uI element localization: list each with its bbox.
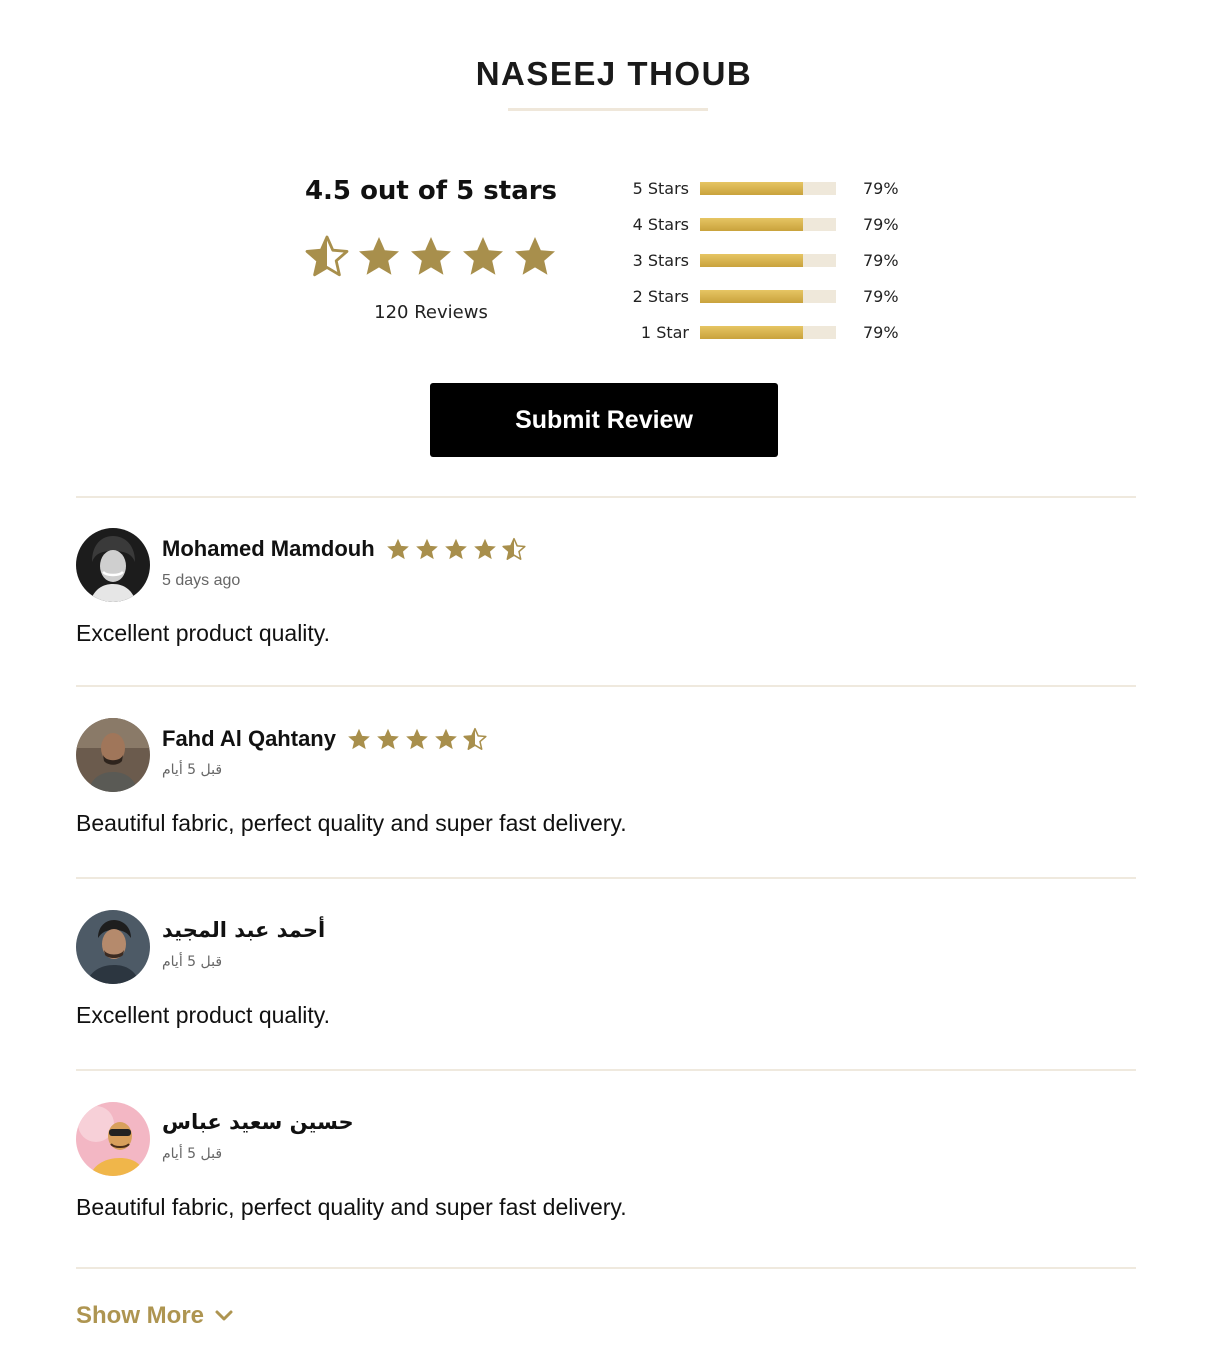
rating-distribution: 5 Stars 79% 4 Stars 79% 3 Stars 79% 2 St… xyxy=(600,170,930,350)
rating-summary: 4.5 out of 5 stars 120 Reviews xyxy=(300,176,562,323)
star-icon xyxy=(473,538,496,560)
review-rating-stars xyxy=(385,536,527,562)
divider xyxy=(76,1267,1136,1269)
distribution-row: 4 Stars 79% xyxy=(600,206,930,242)
chevron-down-icon xyxy=(215,1310,233,1321)
show-more-label: Show More xyxy=(76,1302,205,1329)
distribution-percent: 79% xyxy=(863,286,899,306)
star-icon xyxy=(411,237,451,275)
avatar-image xyxy=(76,1102,150,1176)
star-icon xyxy=(515,237,555,275)
distribution-label: 2 Stars xyxy=(632,286,689,306)
submit-review-button[interactable]: Submit Review xyxy=(430,383,778,457)
reviewer-name: Fahd Al Qahtany xyxy=(162,726,336,751)
distribution-bar-fill xyxy=(700,325,804,339)
star-icon xyxy=(348,728,370,750)
distribution-bar-fill xyxy=(700,181,804,195)
distribution-label: 1 Star xyxy=(640,322,689,342)
distribution-bar xyxy=(700,325,836,339)
distribution-row: 5 Stars 79% xyxy=(600,170,930,206)
star-outline-icon xyxy=(305,235,349,277)
divider xyxy=(76,1069,1136,1071)
star-icon xyxy=(444,538,467,560)
distribution-bar xyxy=(700,253,836,267)
page-title: NASEEJ THOUB xyxy=(475,55,753,92)
distribution-percent: 79% xyxy=(863,250,899,270)
distribution-bar-fill xyxy=(700,217,804,231)
distribution-percent: 79% xyxy=(863,178,899,198)
distribution-bar-fill xyxy=(700,253,804,267)
distribution-bar xyxy=(700,217,836,231)
review-date: قبل 5 أيام xyxy=(162,1146,223,1162)
star-icon xyxy=(415,538,438,560)
distribution-bar xyxy=(700,181,836,195)
star-icon xyxy=(386,538,409,560)
star-half-icon xyxy=(463,727,487,750)
divider xyxy=(76,496,1136,498)
review-rating-stars xyxy=(346,726,488,752)
distribution-label: 4 Stars xyxy=(632,214,689,234)
distribution-bar xyxy=(700,289,836,303)
review-date: قبل 5 أيام xyxy=(162,762,223,778)
star-half-icon xyxy=(502,537,526,560)
average-rating-stars xyxy=(300,232,562,280)
avatar-image xyxy=(76,528,150,602)
star-icon xyxy=(463,237,503,275)
distribution-label: 3 Stars xyxy=(632,250,689,270)
star-icon xyxy=(406,728,428,750)
distribution-label: 5 Stars xyxy=(632,178,689,198)
review-text: Excellent product quality. xyxy=(76,1002,330,1028)
distribution-row: 2 Stars 79% xyxy=(600,278,930,314)
divider xyxy=(76,877,1136,879)
avatar-image xyxy=(76,910,150,984)
review-header: Mohamed Mamdouh xyxy=(162,536,527,562)
review-date: قبل 5 أيام xyxy=(162,954,223,970)
reviewer-name: Mohamed Mamdouh xyxy=(162,536,375,561)
star-icon xyxy=(359,237,399,275)
review-date: 5 days ago xyxy=(162,572,241,589)
avatar xyxy=(76,910,150,984)
avatar xyxy=(76,1102,150,1176)
review-text: Beautiful fabric, perfect quality and su… xyxy=(76,810,627,836)
title-underline xyxy=(508,108,708,111)
reviewer-name: أحمد عبد المجيد xyxy=(162,918,326,942)
divider xyxy=(76,685,1136,687)
review-header: أحمد عبد المجيد xyxy=(162,918,325,942)
avatar xyxy=(76,718,150,792)
star-icon xyxy=(377,728,399,750)
distribution-percent: 79% xyxy=(863,214,899,234)
avatar-image xyxy=(76,718,150,792)
reviewer-name: حسين سعيد عباس xyxy=(162,1110,354,1134)
distribution-row: 3 Stars 79% xyxy=(600,242,930,278)
reviews-count: 120 Reviews xyxy=(374,302,488,323)
show-more-button[interactable]: Show More xyxy=(76,1302,234,1330)
distribution-bar-fill xyxy=(700,289,804,303)
review-text: Excellent product quality. xyxy=(76,620,330,646)
distribution-percent: 79% xyxy=(863,322,899,342)
review-header: حسين سعيد عباس xyxy=(162,1110,354,1134)
distribution-row: 1 Star 79% xyxy=(600,314,930,350)
average-rating-text: 4.5 out of 5 stars xyxy=(304,176,558,206)
avatar xyxy=(76,528,150,602)
review-text: Beautiful fabric, perfect quality and su… xyxy=(76,1194,627,1220)
review-header: Fahd Al Qahtany xyxy=(162,726,488,752)
star-icon xyxy=(435,728,457,750)
